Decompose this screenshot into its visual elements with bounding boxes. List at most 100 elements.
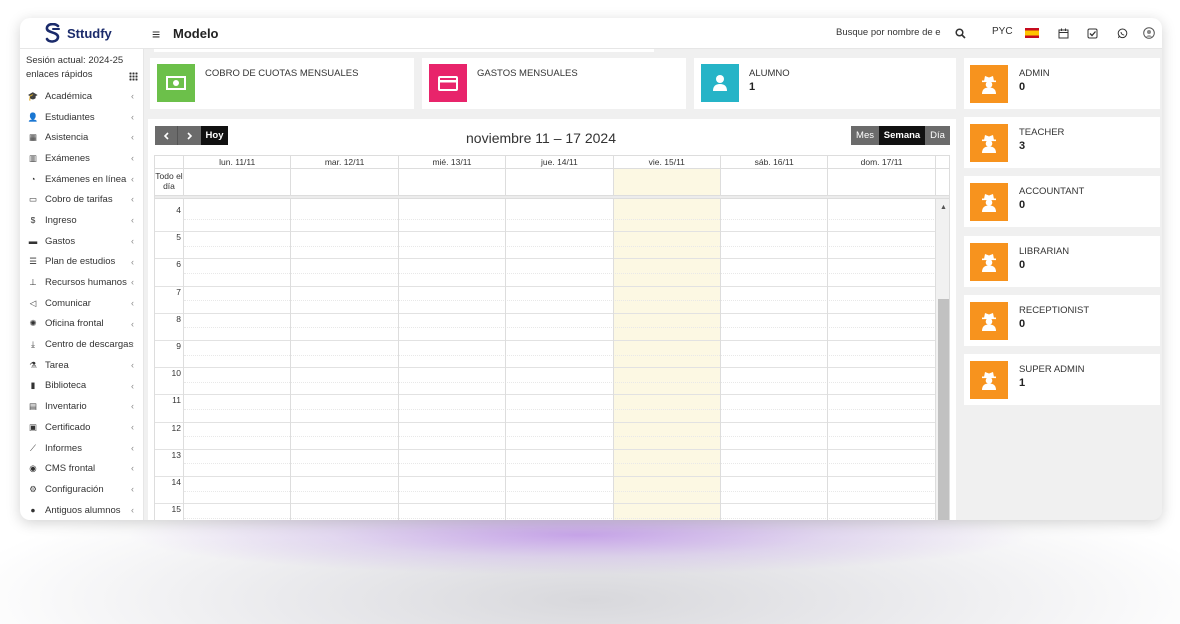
sidebar-item-2[interactable]: ▦ Asistencia ‹ bbox=[20, 127, 144, 148]
checkbox-icon[interactable] bbox=[1085, 26, 1099, 40]
grid-icon[interactable] bbox=[129, 72, 138, 81]
column-divider bbox=[290, 199, 292, 520]
sidebar-item-13[interactable]: ⚗ Tarea ‹ bbox=[20, 355, 144, 376]
stat-card-students[interactable]: ALUMNO 1 bbox=[694, 58, 958, 109]
whatsapp-icon[interactable] bbox=[1115, 26, 1129, 40]
day-header[interactable]: mié. 13/11 bbox=[398, 156, 507, 169]
sidebar-item-label: Exámenes bbox=[45, 152, 90, 164]
all-day-cell[interactable] bbox=[828, 169, 936, 195]
logo[interactable]: Sttudfy bbox=[44, 23, 112, 43]
role-card[interactable]: SUPER ADMIN 1 bbox=[964, 354, 1160, 405]
hamburger-icon[interactable]: ≡ bbox=[152, 26, 160, 42]
sidebar-item-10[interactable]: ◁ Comunicar ‹ bbox=[20, 293, 144, 314]
all-day-cell[interactable] bbox=[506, 169, 614, 195]
hour-row[interactable]: 12 bbox=[155, 423, 936, 450]
sidebar-item-17[interactable]: ⟋ Informes ‹ bbox=[20, 438, 144, 459]
all-day-cell[interactable] bbox=[399, 169, 507, 195]
hour-row[interactable]: 13 bbox=[155, 450, 936, 477]
day-header[interactable]: dom. 17/11 bbox=[828, 156, 936, 169]
calendar-check-icon: ▦ bbox=[28, 132, 38, 143]
stat-card-fees[interactable]: COBRO DE CUOTAS MENSUALES bbox=[150, 58, 414, 109]
all-day-cell[interactable] bbox=[184, 169, 292, 195]
hour-row[interactable]: 8 bbox=[155, 314, 936, 341]
sidebar-item-3[interactable]: ▥ Exámenes ‹ bbox=[20, 148, 144, 169]
sidebar-item-9[interactable]: ⊥ Recursos humanos ‹ bbox=[20, 272, 144, 293]
user-icon[interactable] bbox=[1142, 26, 1156, 40]
role-panel: ADMIN 0 TEACHER 3 ACCOUNTANT 0 LIBRARIAN 0 RECEP… bbox=[956, 49, 1162, 520]
hour-row[interactable]: 11 bbox=[155, 395, 936, 423]
sidebar-item-8[interactable]: ☰ Plan de estudios ‹ bbox=[20, 252, 144, 273]
sidebar-item-12[interactable]: ⤓ Centro de descargas ‹ bbox=[20, 334, 144, 355]
view-month-button[interactable]: Mes bbox=[851, 126, 879, 145]
role-card[interactable]: ADMIN 0 bbox=[964, 58, 1160, 109]
all-day-cell[interactable] bbox=[291, 169, 399, 195]
column-divider bbox=[505, 199, 507, 520]
cogs-icon: ⚙ bbox=[29, 483, 37, 494]
hour-row[interactable]: 4 bbox=[155, 205, 936, 233]
hour-row[interactable]: 6 bbox=[155, 259, 936, 287]
scrollbar[interactable]: ▲ bbox=[936, 199, 949, 520]
sidebar-item-label: Gastos bbox=[45, 235, 76, 247]
sitemap-icon: ⊥ bbox=[29, 277, 37, 288]
hour-row[interactable]: 15 bbox=[155, 504, 936, 520]
scroll-up-icon[interactable]: ▲ bbox=[940, 204, 947, 211]
sidebar-item-18[interactable]: ◉ CMS frontal ‹ bbox=[20, 458, 144, 479]
day-header[interactable]: mar. 12/11 bbox=[291, 156, 399, 169]
day-header[interactable]: lun. 11/11 bbox=[184, 156, 292, 169]
hour-row[interactable]: 10 bbox=[155, 368, 936, 396]
sidebar-item-19[interactable]: ⚙ Configuración ‹ bbox=[20, 479, 144, 500]
role-card[interactable]: ACCOUNTANT 0 bbox=[964, 176, 1160, 228]
half-hour-line bbox=[184, 218, 936, 220]
sidebar-item-1[interactable]: 👤 Estudiantes ‹ bbox=[20, 107, 144, 128]
sidebar-item-14[interactable]: ▮ Biblioteca ‹ bbox=[20, 376, 144, 397]
sidebar-item-15[interactable]: ▤ Inventario ‹ bbox=[20, 396, 144, 417]
half-hour-line bbox=[184, 490, 936, 492]
chevron-left-icon: ‹ bbox=[131, 380, 134, 391]
hour-label: 8 bbox=[176, 313, 181, 324]
day-header[interactable]: vie. 15/11 bbox=[613, 156, 721, 169]
sidebar-item-11[interactable]: ✺ Oficina frontal ‹ bbox=[20, 314, 144, 335]
sidebar-item-label: Inventario bbox=[45, 401, 87, 413]
credit-card-icon bbox=[429, 64, 467, 102]
day-header[interactable]: sáb. 16/11 bbox=[721, 156, 829, 169]
view-week-button[interactable]: Semana bbox=[879, 126, 925, 145]
bullhorn-icon: ◁ bbox=[29, 297, 37, 308]
language-code[interactable]: PYC bbox=[992, 26, 1013, 37]
view-day-button[interactable]: Día bbox=[925, 126, 950, 145]
role-count: 0 bbox=[1019, 81, 1026, 93]
dharmachakra-icon: ✺ bbox=[29, 318, 37, 329]
sidebar-item-4[interactable]: ◔ Exámenes en línea ‹ bbox=[20, 169, 144, 190]
stat-title: COBRO DE CUOTAS MENSUALES bbox=[205, 68, 359, 79]
all-day-cell[interactable] bbox=[613, 169, 721, 195]
hour-row[interactable]: 9 bbox=[155, 341, 936, 369]
stat-card-expenses[interactable]: GASTOS MENSUALES bbox=[422, 58, 686, 109]
sidebar-item-0[interactable]: 🎓 Académica ‹ bbox=[20, 86, 144, 107]
quick-links[interactable]: enlaces rápidos bbox=[26, 68, 142, 82]
search-icon[interactable] bbox=[953, 26, 967, 40]
role-count: 3 bbox=[1019, 140, 1026, 153]
inventory-icon: ▤ bbox=[28, 401, 38, 412]
role-card[interactable]: LIBRARIAN 0 bbox=[964, 235, 1160, 287]
role-name: RECEPTIONIST bbox=[1019, 304, 1090, 316]
hour-label: 4 bbox=[176, 205, 181, 215]
day-header[interactable]: jue. 14/11 bbox=[506, 156, 614, 169]
hour-row[interactable]: 7 bbox=[155, 287, 936, 314]
sidebar-item-16[interactable]: ▣ Certificado ‹ bbox=[20, 417, 144, 438]
sidebar-item-6[interactable]: $ Ingreso ‹ bbox=[20, 210, 144, 231]
calendar-icon[interactable] bbox=[1056, 26, 1070, 40]
hour-row[interactable]: 14 bbox=[155, 477, 936, 505]
scroll-thumb[interactable] bbox=[938, 299, 949, 520]
tab-strip bbox=[154, 49, 654, 52]
sidebar-item-7[interactable]: ▬ Gastos ‹ bbox=[20, 231, 144, 252]
top-bar: Sttudfy ≡ Modelo Busque por nombre de e … bbox=[20, 18, 1162, 49]
search-input[interactable]: Busque por nombre de e bbox=[836, 27, 942, 38]
graduation-cap-icon: 🎓 bbox=[27, 90, 39, 101]
sidebar-item-5[interactable]: ▭ Cobro de tarifas ‹ bbox=[20, 189, 144, 210]
role-card[interactable]: TEACHER 3 bbox=[964, 117, 1160, 169]
flag-es-icon[interactable] bbox=[1025, 28, 1039, 38]
half-hour-line bbox=[184, 272, 936, 274]
hour-row[interactable]: 5 bbox=[155, 232, 936, 260]
role-card[interactable]: RECEPTIONIST 0 bbox=[964, 294, 1160, 346]
all-day-cell[interactable] bbox=[721, 169, 829, 195]
sidebar-item-20[interactable]: ● Antiguos alumnos ‹ bbox=[20, 500, 144, 520]
